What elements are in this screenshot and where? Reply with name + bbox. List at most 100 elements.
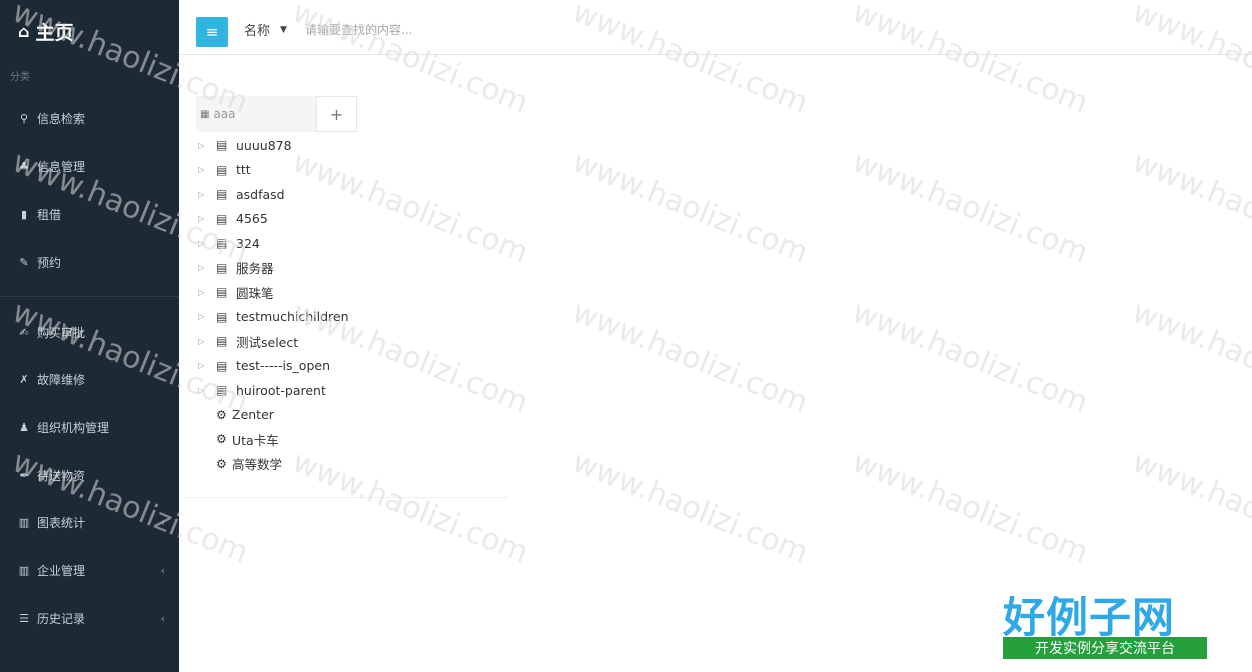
expand-arrow-icon[interactable]: ▷ <box>198 239 208 248</box>
folder-icon: ▤ <box>216 334 228 348</box>
watermark-text: www.haolizi.com <box>1127 444 1252 571</box>
tree-node[interactable]: ▷ ▤ 324 <box>196 232 260 254</box>
sidebar-item-label: 组织机构管理 <box>37 420 110 435</box>
watermark-text: www.haolizi.com <box>847 294 1093 421</box>
sidebar-item-charts[interactable]: ▥ 图表统计 ‹ <box>0 506 179 538</box>
expand-arrow-icon[interactable]: ▷ <box>198 312 208 321</box>
expand-arrow-icon[interactable]: ▷ <box>198 165 208 174</box>
tree-node-label: Uta卡车 <box>232 432 279 448</box>
expand-arrow-icon[interactable]: ▷ <box>198 141 208 150</box>
sidebar-item-info-manage[interactable]: ♣ 信息管理 <box>0 150 179 182</box>
folder-icon: ▤ <box>216 236 228 250</box>
tree-node[interactable]: ▷ ▤ asdfasd <box>196 183 285 205</box>
tree-node[interactable]: ▷ ▤ huiroot-parent <box>196 379 326 401</box>
expand-arrow-icon[interactable]: ▷ <box>198 361 208 370</box>
tree-node-label: uuuu878 <box>236 137 292 153</box>
sidebar-item-label: 企业管理 <box>37 563 86 578</box>
chevron-left-icon: ‹ <box>160 515 165 529</box>
sidebar: ⌂ 主页 分类 ⚲ 信息检索 ♣ 信息管理 ▮ 租借 ✎ 预约 ✍ 购买审批 ✗… <box>0 0 179 672</box>
watermark-text: www.haolizi.com <box>287 144 533 271</box>
folder-icon: ▤ <box>216 309 228 324</box>
sidebar-item-label: 预约 <box>37 255 62 270</box>
tree-node[interactable]: ▷ ▤ ttt <box>196 159 251 181</box>
menu-toggle-button[interactable]: ≡ <box>196 17 228 47</box>
sidebar-item-label: 图表统计 <box>37 515 86 530</box>
gear-icon: ⚙ <box>216 432 227 446</box>
plus-icon: + <box>329 104 344 124</box>
sidebar-item-reserve[interactable]: ✎ 预约 <box>0 246 179 278</box>
expand-arrow-icon[interactable]: ▷ <box>198 386 208 395</box>
table-icon: ▦ <box>200 108 210 120</box>
bar-chart-icon: ▥ <box>18 515 30 529</box>
sidebar-item-search[interactable]: ⚲ 信息检索 <box>0 102 179 134</box>
watermark-text: www.haolizi.com <box>1127 294 1252 421</box>
sidebar-item-org[interactable]: ♟ 组织机构管理 <box>0 411 179 443</box>
sidebar-item-history[interactable]: ☰ 历史记录 ‹ <box>0 602 179 634</box>
folder-icon: ▤ <box>216 187 228 201</box>
watermark-text: www.haolizi.com <box>567 144 813 271</box>
watermark-text: www.haolizi.com <box>567 444 813 571</box>
home-icon: ⌂ <box>18 22 30 41</box>
users-icon: ♟ <box>19 420 29 434</box>
watermark-text: www.haolizi.com <box>287 444 533 571</box>
list-icon: ☰ <box>19 611 29 625</box>
tree-node-label: 4565 <box>236 211 268 226</box>
watermark-text: www.haolizi.com <box>847 444 1093 571</box>
bar-chart-icon: ▥ <box>18 563 30 577</box>
bookmark-icon: ▮ <box>20 207 28 221</box>
folder-icon: ▤ <box>216 358 228 373</box>
tree-node[interactable]: ▷ ▤ 服务器 <box>196 257 274 279</box>
tree-node-label: 324 <box>236 235 260 251</box>
sidebar-item-rent[interactable]: ▮ 租借 <box>0 198 179 230</box>
tree-node[interactable]: ⚙ Zenter <box>196 404 274 426</box>
expand-arrow-icon[interactable]: ▷ <box>198 190 208 199</box>
folder-icon: ▤ <box>216 260 228 275</box>
tree-node-label: 服务器 <box>236 261 274 276</box>
watermark-logo: 好例子网 <box>1003 593 1176 642</box>
sidebar-item-label: 故障维修 <box>37 372 86 387</box>
tree-node[interactable]: ▷ ▤ 测试select <box>196 330 298 352</box>
tree-node-label: asdfasd <box>236 186 285 202</box>
sidebar-item-purchase[interactable]: ✍ 购买审批 <box>0 316 179 348</box>
tree-node[interactable]: ▷ ▤ 圆珠笔 <box>196 281 274 303</box>
sidebar-item-repair[interactable]: ✗ 故障维修 <box>0 363 179 395</box>
tree-node-label: test-----is_open <box>236 358 330 373</box>
chevron-left-icon: ‹ <box>160 563 165 577</box>
tree-node[interactable]: ▷ ▤ test-----is_open <box>196 355 330 377</box>
add-node-button[interactable]: + <box>316 96 357 132</box>
sidebar-item-supplies[interactable]: ✒ 待送物资 <box>0 459 179 491</box>
expand-arrow-icon[interactable]: ▷ <box>198 288 208 297</box>
tree-node[interactable]: ▷ ▤ uuuu878 <box>196 134 292 156</box>
sidebar-item-label: 待送物资 <box>37 468 86 483</box>
folder-icon: ▤ <box>216 285 228 299</box>
sitemap-icon: ♣ <box>19 159 29 173</box>
home-link[interactable]: ⌂ 主页 <box>18 18 73 45</box>
search-input[interactable] <box>303 18 607 42</box>
search-type-select[interactable]: 名称 ▼ <box>244 20 287 39</box>
tree-node[interactable]: ▷ ▤ 4565 <box>196 208 268 230</box>
search-icon: ⚲ <box>19 111 29 125</box>
hamburger-icon: ≡ <box>205 23 219 41</box>
tree-node-label: ttt <box>236 162 251 177</box>
tree-node-label: testmuchichildren <box>236 309 349 324</box>
gear-icon: ⚙ <box>216 456 227 471</box>
gear-icon: ⚙ <box>216 407 227 422</box>
sidebar-divider <box>0 296 179 297</box>
tree-node-label: Zenter <box>232 407 274 422</box>
expand-arrow-icon[interactable]: ▷ <box>198 337 208 346</box>
panel-divider <box>186 497 508 498</box>
tree-header: ▦ aaa <box>196 96 316 132</box>
home-title: 主页 <box>35 22 74 44</box>
tree-node[interactable]: ⚙ Uta卡车 <box>196 428 279 450</box>
expand-arrow-icon[interactable]: ▷ <box>198 214 208 223</box>
folder-icon: ▤ <box>216 162 228 177</box>
expand-arrow-icon[interactable]: ▷ <box>198 263 208 272</box>
sidebar-item-enterprise[interactable]: ▥ 企业管理 ‹ <box>0 554 179 586</box>
folder-icon: ▤ <box>216 138 228 152</box>
watermark-text: www.haolizi.com <box>1127 144 1252 271</box>
tree-node[interactable]: ▷ ▤ testmuchichildren <box>196 306 349 328</box>
search-type-label: 名称 <box>244 24 271 39</box>
sidebar-item-label: 信息检索 <box>37 111 86 126</box>
sidebar-item-label: 购买审批 <box>37 325 86 340</box>
tree-node[interactable]: ⚙ 高等数学 <box>196 453 282 475</box>
